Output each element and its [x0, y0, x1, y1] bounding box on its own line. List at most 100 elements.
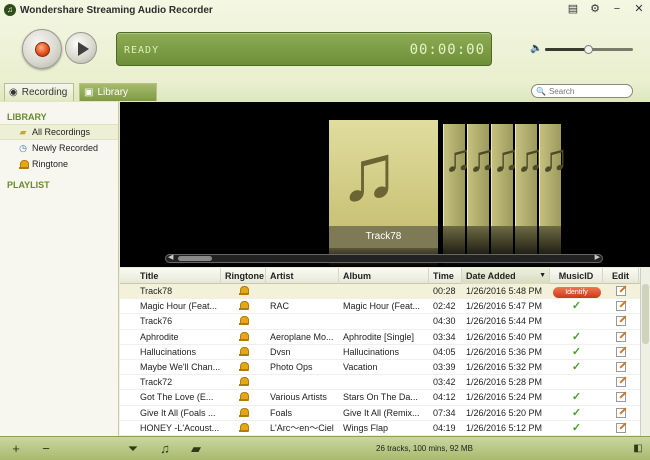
table-row[interactable]: Magic Hour (Feat... RAC Magic Hour (Feat..… [120, 299, 640, 315]
musicid-cell: ✓ [550, 330, 603, 345]
table-row[interactable]: Track76 04:30 1/26/2016 5:44 PM [120, 314, 640, 330]
sidebar-item-ringtone[interactable]: Ringtone [0, 156, 118, 172]
tab-label: Recording [21, 87, 68, 98]
edit-cell [603, 375, 639, 390]
add-music-icon[interactable]: ♫ [157, 441, 173, 457]
edit-icon[interactable] [616, 407, 626, 418]
edit-cell [603, 345, 639, 360]
table-row[interactable]: Give It All (Foals ... Foals Give It All (… [120, 406, 640, 421]
album-cover[interactable]: ♫ [443, 124, 473, 226]
coverflow-scrollbar[interactable]: ◀ ▶ [165, 254, 603, 263]
table-row[interactable]: HONEY -L'Acoust... L'Arc～en～Ciel Wings Fla… [120, 421, 640, 436]
edit-icon[interactable] [616, 346, 626, 357]
musicid-cell: ✓ [550, 299, 603, 314]
library-header: LIBRARY [7, 112, 47, 122]
check-icon: ✓ [571, 330, 582, 343]
edit-icon[interactable] [616, 422, 626, 433]
bell-icon[interactable] [239, 301, 249, 311]
scroll-right-icon[interactable]: ▶ [595, 253, 600, 261]
add-icon[interactable]: + [8, 441, 24, 457]
column-ringtone[interactable]: Ringtone [221, 268, 266, 284]
artist-cell [266, 284, 339, 299]
check-icon: ✓ [571, 391, 582, 404]
table-row[interactable]: Hallucinations Dvsn Hallucinations 04:05 1/2… [120, 345, 640, 360]
edit-cell [603, 360, 639, 375]
identify-button[interactable]: Identify [552, 287, 601, 298]
title-cell: Hallucinations [140, 346, 197, 357]
table-scrollbar[interactable] [640, 268, 650, 436]
column-edit[interactable]: Edit [603, 268, 639, 284]
status-text: READY [124, 45, 160, 56]
scrollbar-thumb[interactable] [178, 256, 212, 261]
play-button[interactable] [65, 32, 97, 64]
filter-icon[interactable]: ⏷ [125, 441, 141, 457]
volume-slider[interactable] [545, 45, 633, 54]
bell-icon[interactable] [239, 407, 249, 418]
tab-library[interactable]: ▣ Library [79, 83, 157, 101]
edit-icon[interactable] [616, 301, 626, 312]
table-row[interactable]: Track78 00:28 1/26/2016 5:48 PM Identify [120, 284, 640, 300]
time-cell: 02:42 [433, 301, 456, 312]
scrollbar-thumb[interactable] [642, 284, 649, 344]
edit-icon[interactable] [616, 377, 626, 388]
album-cover[interactable]: ♫ [515, 124, 545, 226]
volume-knob[interactable] [584, 45, 593, 54]
bell-icon[interactable] [239, 316, 249, 326]
sidebar-item-newly-recorded[interactable]: ◷ Newly Recorded [0, 140, 118, 156]
edit-icon[interactable] [616, 286, 626, 296]
ringtone-cell [221, 284, 266, 299]
album-cover-current[interactable]: ♫ [329, 120, 438, 226]
bell-icon[interactable] [239, 422, 249, 433]
minimize-button[interactable]: − [610, 2, 624, 16]
notes-icon[interactable]: ▤ [566, 2, 580, 16]
tab-recording[interactable]: ◉ Recording [4, 83, 74, 101]
album-cover[interactable]: ♫ [467, 124, 497, 226]
column-artist[interactable]: Artist [266, 268, 339, 284]
title-cell: Give It All (Foals ... [140, 407, 216, 418]
bell-icon[interactable] [239, 331, 249, 342]
close-button[interactable]: ✕ [632, 2, 646, 16]
check-icon: ✓ [571, 360, 582, 373]
record-button[interactable] [22, 29, 62, 69]
record-icon [35, 42, 50, 57]
search-box: 🔍 [531, 84, 633, 98]
scroll-left-icon[interactable]: ◀ [168, 253, 173, 261]
column-time[interactable]: Time [429, 268, 462, 284]
bell-icon[interactable] [239, 361, 249, 372]
ringtone-cell [221, 360, 266, 375]
bell-icon [18, 158, 29, 170]
date-cell: 1/26/2016 5:32 PM [466, 361, 543, 372]
edit-cell [603, 421, 639, 436]
edit-icon[interactable] [616, 361, 626, 372]
table-row[interactable]: Track72 03:42 1/26/2016 5:28 PM [120, 375, 640, 391]
artist-cell [266, 314, 339, 329]
column-title[interactable]: Title [120, 268, 221, 284]
search-input[interactable] [548, 86, 629, 96]
collapse-icon[interactable]: ◧ [630, 441, 646, 457]
column-date-added[interactable]: Date Added ▼ [462, 268, 550, 284]
column-label: Date Added [466, 271, 516, 281]
time-cell: 04:05 [433, 346, 456, 357]
edit-icon[interactable] [616, 392, 626, 403]
edit-icon[interactable] [616, 316, 626, 327]
settings-gear-icon[interactable]: ⚙ [588, 2, 602, 16]
edit-cell [603, 406, 639, 421]
bell-icon[interactable] [239, 346, 249, 357]
album-cell: Magic Hour (Feat... [343, 301, 421, 312]
album-cover[interactable]: ♫ [539, 124, 569, 226]
bell-icon[interactable] [239, 392, 249, 402]
table-row[interactable]: Maybe We'll Chan... Photo Ops Vacation 03:3… [120, 360, 640, 376]
album-cover[interactable]: ♫ [491, 124, 521, 226]
sidebar-item-all-recordings[interactable]: ▰ All Recordings [0, 124, 118, 140]
bell-icon[interactable] [239, 377, 249, 387]
bell-icon[interactable] [239, 286, 249, 296]
table-row[interactable]: Got The Love (E... Various Artists Stars O… [120, 390, 640, 406]
column-musicid[interactable]: MusicID [550, 268, 603, 284]
time-cell: 04:30 [433, 316, 456, 327]
folder-open-icon[interactable]: ▰ [188, 441, 204, 457]
remove-icon[interactable]: − [38, 441, 54, 457]
table-row[interactable]: Aphrodite Aeroplane Mo... Aphrodite [Singl… [120, 330, 640, 345]
edit-icon[interactable] [616, 331, 626, 342]
column-album[interactable]: Album [339, 268, 429, 284]
musicid-cell: ✓ [550, 360, 603, 375]
